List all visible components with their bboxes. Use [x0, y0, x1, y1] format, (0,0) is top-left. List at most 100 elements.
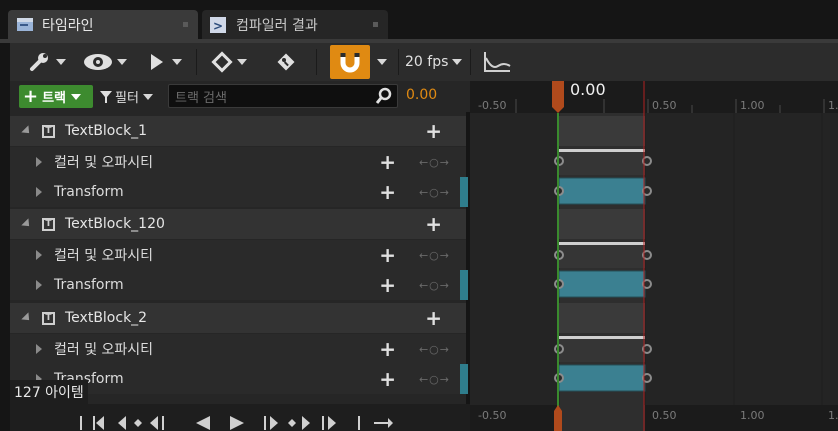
settings-button[interactable]	[24, 43, 70, 81]
timeline-icon	[16, 17, 34, 33]
add-key-plus-icon[interactable]: +	[379, 182, 396, 202]
chevron-down-icon	[237, 59, 247, 65]
key-navigation-icon[interactable]: ←○→	[419, 186, 450, 199]
tick-label: 0.50	[652, 409, 677, 422]
add-track-plus-icon[interactable]: +	[425, 308, 442, 328]
close-icon[interactable]	[183, 22, 188, 27]
tab-label: 컴파일러 결과	[236, 18, 318, 34]
snap-options-button[interactable]	[372, 43, 392, 81]
track-name: 컬러 및 오파시티	[54, 342, 154, 358]
tick-label: 0.50	[652, 99, 677, 112]
transport-controls[interactable]	[74, 412, 394, 431]
track-name: 컬러 및 오파시티	[54, 155, 154, 171]
color-opacity-section	[559, 242, 645, 268]
play-icon	[151, 54, 163, 70]
track-row-color-opacity[interactable]: 컬러 및 오파시티 + ←○→	[10, 240, 466, 270]
object-name: TextBlock_120	[65, 216, 165, 232]
track-row-transform[interactable]: Transform + ←○→	[10, 270, 468, 300]
add-key-plus-icon[interactable]: +	[379, 369, 396, 389]
add-track-button[interactable]: + 트랙	[19, 85, 93, 108]
track-row-color-opacity[interactable]: 컬러 및 오파시티 + ←○→	[10, 147, 466, 177]
add-key-plus-icon[interactable]: +	[379, 339, 396, 359]
collapse-icon[interactable]	[21, 218, 33, 230]
chevron-down-icon	[71, 93, 82, 100]
add-key-plus-icon[interactable]: +	[379, 275, 396, 295]
key-button[interactable]	[204, 43, 254, 81]
snap-button[interactable]	[330, 45, 370, 79]
key-navigation-icon[interactable]: ←○→	[419, 249, 450, 262]
gradient-line	[559, 242, 645, 245]
transform-section[interactable]	[558, 270, 646, 298]
color-opacity-section	[559, 336, 645, 362]
key-navigation-icon[interactable]: ←○→	[419, 343, 450, 356]
track-row-color-opacity[interactable]: 컬러 및 오파시티 + ←○→	[10, 334, 466, 364]
filter-label: 필터	[115, 91, 139, 106]
collapse-icon[interactable]	[21, 312, 33, 324]
tick-label: 1.50	[828, 409, 838, 422]
chevron-down-icon	[377, 59, 387, 65]
textblock-icon: T	[42, 311, 55, 325]
curve-editor-button[interactable]	[480, 43, 514, 81]
track-search-input[interactable]: 트랙 검색	[168, 84, 398, 108]
chevron-down-icon	[452, 59, 463, 65]
timeline-canvas: -0.50 0.50 1.00 1.50 0.00 -0.50 0.50 1.0…	[478, 81, 838, 431]
separator	[196, 49, 197, 75]
playhead-tip	[552, 107, 564, 113]
transform-section[interactable]	[558, 364, 646, 392]
object-row-textblock-2[interactable]: T TextBlock_2 +	[10, 303, 466, 333]
object-section	[559, 303, 645, 333]
expand-icon[interactable]	[36, 344, 42, 354]
tab-compiler-results[interactable]: > 컴파일러 결과	[202, 10, 388, 40]
object-row-textblock-1[interactable]: T TextBlock_1 +	[10, 116, 466, 146]
tab-timeline[interactable]: 타임라인	[8, 10, 198, 40]
magnet-icon	[340, 53, 360, 73]
auto-key-button[interactable]	[266, 43, 306, 81]
track-name: Transform	[54, 184, 124, 200]
object-name: TextBlock_2	[65, 310, 148, 326]
add-track-plus-icon[interactable]: +	[425, 121, 442, 141]
collapse-icon[interactable]	[21, 125, 33, 137]
tick-label: 1.50	[828, 99, 838, 112]
current-time-readout: 0.00	[406, 87, 438, 103]
key-navigation-icon[interactable]: ←○→	[419, 279, 450, 292]
playhead-handle[interactable]	[552, 81, 564, 107]
tab-bar: 타임라인 > 컴파일러 결과	[0, 0, 838, 40]
play-button[interactable]	[146, 43, 186, 81]
view-options-button[interactable]	[80, 43, 130, 81]
eye-icon	[84, 54, 112, 70]
curve-icon	[484, 52, 511, 72]
close-icon[interactable]	[373, 22, 378, 27]
gradient-line	[559, 149, 645, 152]
add-key-plus-icon[interactable]: +	[379, 245, 396, 265]
transform-section[interactable]	[558, 177, 646, 205]
tab-label: 타임라인	[42, 18, 94, 34]
filter-button[interactable]: 필터	[100, 85, 153, 108]
plus-icon: +	[23, 86, 39, 107]
chevron-down-icon	[56, 59, 66, 65]
color-opacity-section	[559, 149, 645, 175]
separator	[470, 49, 471, 75]
add-key-plus-icon[interactable]: +	[379, 152, 396, 172]
track-row-transform[interactable]: Transform + ←○→	[10, 177, 468, 207]
search-placeholder: 트랙 검색	[175, 90, 227, 106]
tick-label: -0.50	[478, 409, 506, 422]
expand-icon[interactable]	[36, 157, 42, 167]
chevron-down-icon	[172, 59, 182, 65]
toolbar: 20 fps	[10, 43, 838, 81]
tick-label: 1.00	[740, 409, 765, 422]
expand-icon[interactable]	[36, 187, 42, 197]
key-navigation-icon[interactable]: ←○→	[419, 373, 450, 386]
compiler-icon: >	[210, 17, 228, 33]
funnel-icon	[100, 90, 112, 103]
track-color-indicator	[460, 270, 468, 300]
expand-icon[interactable]	[36, 250, 42, 260]
key-navigation-icon[interactable]: ←○→	[419, 156, 450, 169]
add-track-plus-icon[interactable]: +	[425, 214, 442, 234]
fps-dropdown[interactable]: 20 fps	[405, 43, 463, 81]
expand-icon[interactable]	[36, 280, 42, 290]
key-tag-icon	[277, 53, 295, 71]
diamond-icon	[211, 51, 233, 73]
object-row-textblock-120[interactable]: T TextBlock_120 +	[10, 209, 466, 239]
playhead-time-label: 0.00	[570, 81, 606, 99]
add-track-label: 트랙	[42, 91, 67, 106]
